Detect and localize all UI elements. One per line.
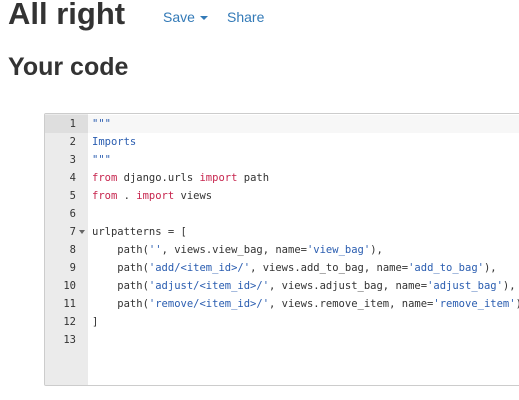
code-line[interactable]: 9 path('add/<item_id>/', views.add_to_ba…	[45, 259, 519, 277]
code-line[interactable]: 13	[45, 331, 519, 349]
code-token: 'adjust_bag'	[427, 280, 503, 292]
code-token: from	[92, 190, 118, 202]
code-token: Imports	[92, 136, 137, 148]
line-number: 10	[63, 280, 76, 292]
code-token: ]	[92, 316, 99, 328]
code-token: 'view_bag'	[306, 244, 371, 256]
code-token: ''	[148, 244, 162, 256]
code-token: , views.remove_item, name=	[269, 298, 434, 310]
code-line[interactable]: 1 """	[45, 115, 519, 133]
line-number: 2	[69, 136, 76, 148]
code-token: .	[117, 190, 137, 202]
chevron-down-icon	[199, 16, 208, 21]
code-token: ),	[483, 262, 497, 274]
code-text: """	[88, 115, 519, 133]
line-number: 6	[69, 208, 76, 220]
code-line[interactable]: 5 from . import views	[45, 187, 519, 205]
code-token: ),	[370, 244, 383, 256]
code-token: 'remove_item'	[433, 298, 516, 310]
code-text: Imports	[88, 133, 519, 151]
line-number: 4	[69, 172, 76, 184]
code-token: , views.add_to_bag, name=	[250, 262, 409, 274]
line-number: 7	[69, 226, 76, 238]
line-number: 13	[63, 334, 76, 346]
code-token: 'adjust/<item_id>/'	[148, 280, 270, 292]
line-number: 5	[69, 190, 76, 202]
code-editor[interactable]: 1 """ 2 Imports 3 """ 4 from django.urls import…	[44, 113, 519, 386]
code-token: , views.view_bag, name=	[161, 244, 307, 256]
code-line[interactable]: 2 Imports	[45, 133, 519, 151]
code-token: import	[136, 190, 175, 202]
code-line[interactable]: 6	[45, 205, 519, 223]
line-number: 9	[69, 262, 76, 274]
code-token: ),	[502, 280, 516, 292]
code-token: views	[174, 190, 213, 202]
code-line[interactable]: 11 path('remove/<item_id>/', views.remov…	[45, 295, 519, 313]
line-number: 12	[63, 316, 76, 328]
code-text: """	[88, 151, 519, 169]
code-token: import	[199, 172, 238, 184]
code-token: 'remove/<item_id>/'	[148, 298, 270, 310]
code-token: path(	[92, 244, 149, 256]
code-text: path('remove/<item_id>/', views.remove_i…	[88, 295, 519, 313]
page-title: All right	[8, 0, 126, 31]
code-token: ),	[516, 298, 519, 310]
code-token: """	[92, 154, 111, 166]
line-number: 3	[69, 154, 76, 166]
code-token: path(	[92, 262, 149, 274]
code-token: 'add_to_bag'	[408, 262, 484, 274]
code-token: path(	[92, 280, 149, 292]
code-token: path(	[92, 298, 149, 310]
code-line[interactable]: 10 path('adjust/<item_id>/', views.adjus…	[45, 277, 519, 295]
code-text: path('add/<item_id>/', views.add_to_bag,…	[88, 259, 519, 277]
code-text: urlpatterns = [	[88, 223, 519, 241]
save-label: Save	[163, 9, 195, 25]
code-line[interactable]: 12]	[45, 313, 519, 331]
page-header: All right Save Share	[8, 0, 513, 34]
code-text: from django.urls import path	[88, 169, 519, 187]
code-text: path('', views.view_bag, name='view_bag'…	[88, 241, 519, 259]
code-line[interactable]: 3 """	[45, 151, 519, 169]
code-line[interactable]: 4 from django.urls import path	[45, 169, 519, 187]
code-token: """	[92, 118, 111, 130]
line-number: 1	[69, 118, 76, 130]
code-token: from	[92, 172, 118, 184]
code-text: from . import views	[88, 187, 519, 205]
code-token: django.urls	[117, 172, 200, 184]
line-number: 11	[63, 298, 76, 310]
code-text: ]	[88, 313, 519, 331]
code-line[interactable]: 8 path('', views.view_bag, name='view_ba…	[45, 241, 519, 259]
fold-arrow-icon[interactable]	[79, 230, 85, 234]
share-link[interactable]: Share	[227, 8, 264, 26]
section-title: Your code	[8, 53, 129, 81]
code-text: path('adjust/<item_id>/', views.adjust_b…	[88, 277, 519, 295]
line-number: 8	[69, 244, 76, 256]
code-token: , views.adjust_bag, name=	[269, 280, 428, 292]
code-line[interactable]: 7 urlpatterns = [	[45, 223, 519, 241]
code-token: urlpatterns = [	[92, 226, 187, 238]
code-token: 'add/<item_id>/'	[148, 262, 251, 274]
code-token: path	[237, 172, 270, 184]
save-dropdown-button[interactable]: Save	[163, 8, 208, 26]
